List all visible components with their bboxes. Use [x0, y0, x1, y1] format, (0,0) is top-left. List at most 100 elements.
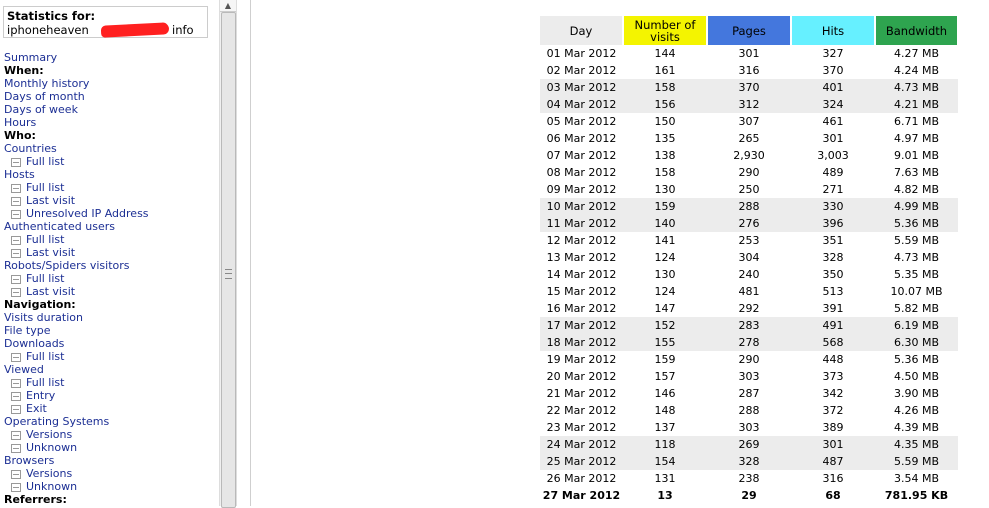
- table-row: 02 Mar 2012 161 316 370 4.24 MB: [540, 62, 958, 79]
- table-cell: 157: [654, 370, 676, 383]
- submenu-bullet-icon: [11, 274, 21, 284]
- menu-link[interactable]: Summary: [4, 51, 149, 64]
- menu-link[interactable]: Hours: [4, 116, 149, 129]
- table-cell: 265: [738, 132, 760, 145]
- submenu-bullet-icon: [11, 157, 21, 167]
- table-cell: 350: [822, 268, 844, 281]
- table-cell: 26 Mar 2012: [546, 472, 617, 485]
- table-cell: 19 Mar 2012: [546, 353, 617, 366]
- table-cell: 389: [822, 421, 844, 434]
- table-cell: 4.21 MB: [875, 96, 958, 113]
- menu-sublink[interactable]: Unknown: [4, 480, 149, 493]
- submenu-bullet-icon: [11, 378, 21, 388]
- menu-sublink-label[interactable]: Entry: [26, 389, 55, 402]
- table-row: 22 Mar 2012 148 288 372 4.26 MB: [540, 402, 958, 419]
- menu-sublink-label[interactable]: Versions: [26, 428, 72, 441]
- table-cell: 250: [738, 183, 760, 196]
- menu-sublink-label[interactable]: Full list: [26, 272, 64, 285]
- frame-divider[interactable]: [250, 0, 251, 506]
- menu-link[interactable]: Authenticated users: [4, 220, 149, 233]
- menu-sublink[interactable]: Full list: [4, 272, 149, 285]
- table-cell: 303: [738, 370, 760, 383]
- table-cell: 156: [623, 96, 707, 113]
- table-row: 16 Mar 2012 147 292 391 5.82 MB: [540, 300, 958, 317]
- table-cell: 351: [822, 234, 844, 247]
- submenu-bullet-icon: [11, 248, 21, 258]
- table-cell: 137: [654, 421, 676, 434]
- table-cell: 02 Mar 2012: [546, 64, 617, 77]
- menu-sublink-label[interactable]: Exit: [26, 402, 47, 415]
- table-cell: 152: [623, 317, 707, 334]
- menu-sublink-label[interactable]: Full list: [26, 376, 64, 389]
- menu-sublink[interactable]: Last visit: [4, 246, 149, 259]
- table-cell: 301: [738, 47, 760, 60]
- menu-link[interactable]: Downloads: [4, 337, 149, 350]
- table-row: 25 Mar 2012 154 328 487 5.59 MB: [540, 453, 958, 470]
- menu-link[interactable]: Days of week: [4, 103, 149, 116]
- menu-sublink-label[interactable]: Full list: [26, 350, 64, 363]
- menu-sublink-label[interactable]: Full list: [26, 155, 64, 168]
- menu-link[interactable]: Countries: [4, 142, 149, 155]
- table-row: 14 Mar 2012 130 240 350 5.35 MB: [540, 266, 958, 283]
- menu-sublink[interactable]: Full list: [4, 233, 149, 246]
- menu-sublink[interactable]: Full list: [4, 376, 149, 389]
- menu-sublink[interactable]: Unresolved IP Address: [4, 207, 149, 220]
- table-cell: 301: [822, 132, 844, 145]
- table-cell: 161: [654, 64, 676, 77]
- table-cell: 130: [654, 268, 676, 281]
- menu-link[interactable]: Robots/Spiders visitors: [4, 259, 149, 272]
- table-cell: 17 Mar 2012: [540, 317, 623, 334]
- menu-link[interactable]: Monthly history: [4, 77, 149, 90]
- menu-sublink[interactable]: Last visit: [4, 285, 149, 298]
- menu-sublink-label[interactable]: Unknown: [26, 480, 77, 493]
- table-cell: 288: [738, 404, 760, 417]
- menu-sublink-label[interactable]: Last visit: [26, 285, 75, 298]
- menu-link[interactable]: Viewed: [4, 363, 149, 376]
- menu-link[interactable]: Visits duration: [4, 311, 149, 324]
- table-row: 18 Mar 2012 155 278 568 6.30 MB: [540, 334, 958, 351]
- table-row: 06 Mar 2012 135 265 301 4.97 MB: [540, 130, 958, 147]
- table-row: 09 Mar 2012 130 250 271 4.82 MB: [540, 181, 958, 198]
- menu-link[interactable]: Hosts: [4, 168, 149, 181]
- column-header: Number of visits: [623, 16, 708, 45]
- table-cell: 147: [654, 302, 676, 315]
- menu-sublink[interactable]: Last visit: [4, 194, 149, 207]
- menu-sublink[interactable]: Unknown: [4, 441, 149, 454]
- submenu-bullet-icon: [11, 352, 21, 362]
- menu-sublink[interactable]: Versions: [4, 428, 149, 441]
- menu-sublink[interactable]: Full list: [4, 181, 149, 194]
- menu-sublink-label[interactable]: Full list: [26, 181, 64, 194]
- menu-sublink[interactable]: Exit: [4, 402, 149, 415]
- table-cell: 278: [707, 334, 791, 351]
- menu-sublink[interactable]: Entry: [4, 389, 149, 402]
- statistics-for-label: Statistics for:: [7, 9, 96, 23]
- menu-sublink-label[interactable]: Last visit: [26, 246, 75, 259]
- table-cell: 3.90 MB: [893, 387, 940, 400]
- menu-link[interactable]: Operating Systems: [4, 415, 149, 428]
- menu-sublink[interactable]: Full list: [4, 155, 149, 168]
- scroll-up-arrow-icon[interactable]: ▲: [220, 0, 236, 12]
- menu-sublink-label[interactable]: Last visit: [26, 194, 75, 207]
- menu-link[interactable]: Days of month: [4, 90, 149, 103]
- menu-sublink-label[interactable]: Full list: [26, 233, 64, 246]
- scrollbar-grip-icon: [225, 269, 232, 279]
- table-cell: 05 Mar 2012: [546, 115, 617, 128]
- menu-sublink[interactable]: Full list: [4, 350, 149, 363]
- table-cell: 4.24 MB: [893, 64, 940, 77]
- menu-sublink-label[interactable]: Unknown: [26, 441, 77, 454]
- menu-sublink-label[interactable]: Unresolved IP Address: [26, 207, 149, 220]
- submenu-bullet-icon: [11, 482, 21, 492]
- scrollbar-thumb[interactable]: [221, 12, 236, 508]
- menu-sublink[interactable]: Versions: [4, 467, 149, 480]
- table-cell: 09 Mar 2012: [546, 183, 617, 196]
- menu-sublink-label[interactable]: Versions: [26, 467, 72, 480]
- table-row: 19 Mar 2012 159 290 448 5.36 MB: [540, 351, 958, 368]
- table-cell: 288: [707, 198, 791, 215]
- menu-link[interactable]: Browsers: [4, 454, 149, 467]
- vertical-scrollbar[interactable]: ▲: [219, 0, 237, 508]
- table-cell: 304: [738, 251, 760, 264]
- days-of-month-table: Day Number of visits Pages Hits Bandwidth 01…: [540, 16, 959, 504]
- table-cell: 06 Mar 2012: [546, 132, 617, 145]
- menu-link[interactable]: File type: [4, 324, 149, 337]
- table-cell: 148: [654, 404, 676, 417]
